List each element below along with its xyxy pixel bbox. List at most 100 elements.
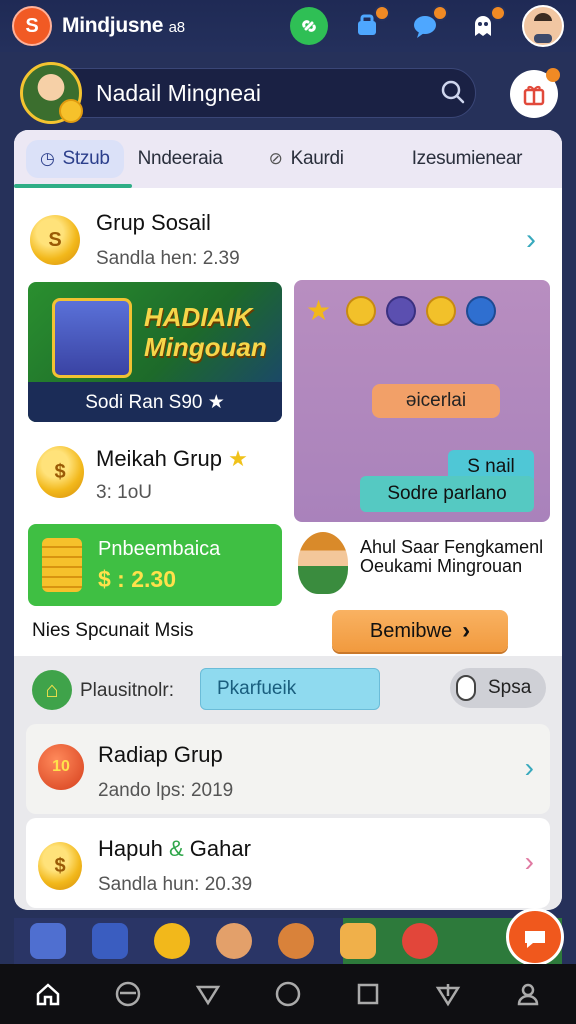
coin-icon: S: [30, 215, 80, 265]
list-item-subtitle: Sandla hun: 20.39: [98, 874, 253, 895]
notification-dot: [490, 5, 506, 21]
search-icon[interactable]: [440, 79, 466, 111]
gift-button[interactable]: [510, 68, 560, 118]
tab-label: Stzub: [62, 148, 110, 169]
chat-icon: [525, 931, 545, 948]
tomato-icon: 10: [38, 744, 84, 790]
app-logo[interactable]: S: [12, 6, 52, 46]
reward-title: Pnbeembaica: [98, 538, 221, 560]
melikah-title-text: Meikah Grup: [96, 446, 222, 471]
notification-dot: [374, 5, 390, 21]
chat-preview-panel[interactable]: ★ ǝicerlai S nail Sodre parlano: [294, 280, 550, 522]
coin-icon: [346, 296, 376, 326]
circle-minus-icon[interactable]: [108, 974, 148, 1014]
user-icon[interactable]: [508, 974, 548, 1014]
star-icon: ★: [306, 295, 332, 326]
app-title: Mindjusne a8: [62, 14, 185, 38]
tab-izesumienear[interactable]: Izesumienear: [398, 140, 536, 178]
bemibwe-button[interactable]: Bemibwe ›: [332, 610, 508, 652]
tab-underline: [14, 184, 132, 188]
group-social-subtitle: Sandla hen: 2.39: [96, 248, 240, 269]
banner-headline: HADIAIK Mingouan: [144, 302, 267, 362]
toggle-label: Spsa: [488, 677, 532, 698]
game-tile-icon[interactable]: [92, 923, 128, 959]
reward-box[interactable]: Pnbeembaica $ : 2.30: [28, 524, 282, 606]
shopping-icon[interactable]: [348, 5, 390, 45]
character-icon: [298, 532, 348, 594]
gift-icon: [523, 85, 545, 106]
chat-icon[interactable]: [406, 5, 448, 45]
weekly-reward-banner[interactable]: HADIAIK Mingouan Sodi Ran S90 ★: [28, 282, 282, 422]
clock-icon: ◷: [40, 149, 55, 168]
list-item-subtitle: 2ando lps: 2019: [98, 780, 234, 801]
tab-bar: ◷ Stzub Nndeeraia ⊘ Kaurdi Izesumienear: [14, 130, 562, 188]
top-app-bar: S Mindjusne a8: [0, 0, 576, 52]
tab-kaurdi[interactable]: ⊘ Kaurdi: [255, 140, 358, 178]
coin-icon: $: [38, 842, 82, 890]
chevron-right-icon: ›: [526, 223, 536, 256]
notification-dot: [432, 5, 448, 21]
profile-avatar[interactable]: [20, 62, 83, 124]
tab-label: Kaurdi: [290, 148, 344, 169]
coin-icon[interactable]: [154, 923, 190, 959]
filter-section: ⌂ Plausitnolr: Pkarfueik Spsa 10 Radiap …: [14, 656, 562, 910]
group-social-text: Grup Sosail Sandla hen: 2.39: [96, 210, 240, 270]
list-item-title: Hapuh & Gahar: [98, 836, 251, 862]
character-icon[interactable]: [278, 923, 314, 959]
floating-action-button[interactable]: [506, 908, 564, 966]
spsa-toggle[interactable]: Spsa: [450, 668, 546, 708]
filter-input[interactable]: Pkarfueik: [200, 668, 380, 710]
main-card: ◷ Stzub Nndeeraia ⊘ Kaurdi Izesumienear …: [14, 130, 562, 910]
character-icon[interactable]: [216, 923, 252, 959]
list-item-title-a: Hapuh: [98, 836, 163, 861]
app-title-suffix: a8: [168, 19, 185, 36]
game-strip: [14, 918, 562, 964]
tab-stzub[interactable]: ◷ Stzub: [26, 140, 124, 178]
melikah-group-title[interactable]: Meikah Grup ★: [96, 446, 248, 472]
home-icon[interactable]: [28, 974, 68, 1014]
game-icon[interactable]: [464, 5, 506, 45]
home-icon[interactable]: ⌂: [32, 670, 72, 710]
character-caption-line1: Ahul Saar Fengkamenl: [360, 537, 544, 557]
profile-name: Nadail Mingneai: [96, 79, 261, 106]
badge-icon: [466, 296, 496, 326]
square-icon[interactable]: [348, 974, 388, 1014]
list-item[interactable]: 10 Radiap Grup 2ando lps: 2019 ›: [26, 724, 550, 814]
top-actions: [290, 5, 564, 47]
tab-label: Nndeeraia: [137, 148, 223, 169]
list-item-title: Radiap Grup: [98, 742, 223, 767]
toggle-knob: [456, 675, 476, 701]
tab-nndeeraia[interactable]: Nndeeraia: [124, 140, 237, 178]
melikah-subtitle: 3: 1oU: [96, 482, 152, 503]
bread-icon[interactable]: [340, 923, 376, 959]
list-item[interactable]: $ Hapuh & Gahar Sandla hun: 20.39 ›: [26, 818, 550, 908]
chevron-right-icon: ›: [462, 617, 471, 644]
triangle-down-icon[interactable]: [188, 974, 228, 1014]
reward-value: $ : 2.30: [98, 566, 176, 592]
game-tile-icon[interactable]: [30, 923, 66, 959]
circle-icon[interactable]: [268, 974, 308, 1014]
character-caption-line2: Oeukami Mingrouan: [360, 556, 523, 576]
list-item-title-b: Gahar: [189, 836, 251, 861]
slot-machine-icon: [52, 298, 132, 378]
user-avatar[interactable]: [522, 5, 564, 47]
badge-icon: [386, 296, 416, 326]
chat-bubble-teal: Sodre parlano: [360, 476, 534, 512]
filter-label: Plausitnolr:: [80, 680, 174, 701]
link-icon[interactable]: [290, 7, 328, 45]
notification-dot: [546, 68, 560, 82]
nies-label: Nies Spcunait Msis: [32, 620, 194, 641]
chevron-right-icon: ›: [524, 846, 534, 877]
reward-icons: ★: [306, 296, 496, 326]
chevron-right-icon: ›: [524, 752, 534, 783]
app-title-text: Mindjusne: [62, 14, 169, 37]
tab-label: Izesumienear: [411, 148, 523, 169]
group-social-row[interactable]: S Grup Sosail Sandla hen: 2.39 ›: [14, 200, 562, 280]
coin-icon[interactable]: [402, 923, 438, 959]
profile-row: Nadail Mingneai: [20, 62, 560, 124]
download-icon[interactable]: [428, 974, 468, 1014]
coin-stack-icon: [42, 538, 82, 592]
banner-footer: Sodi Ran S90 ★: [28, 382, 282, 422]
ampersand: &: [168, 836, 184, 861]
chat-bubble-orange: ǝicerlai: [372, 384, 500, 418]
